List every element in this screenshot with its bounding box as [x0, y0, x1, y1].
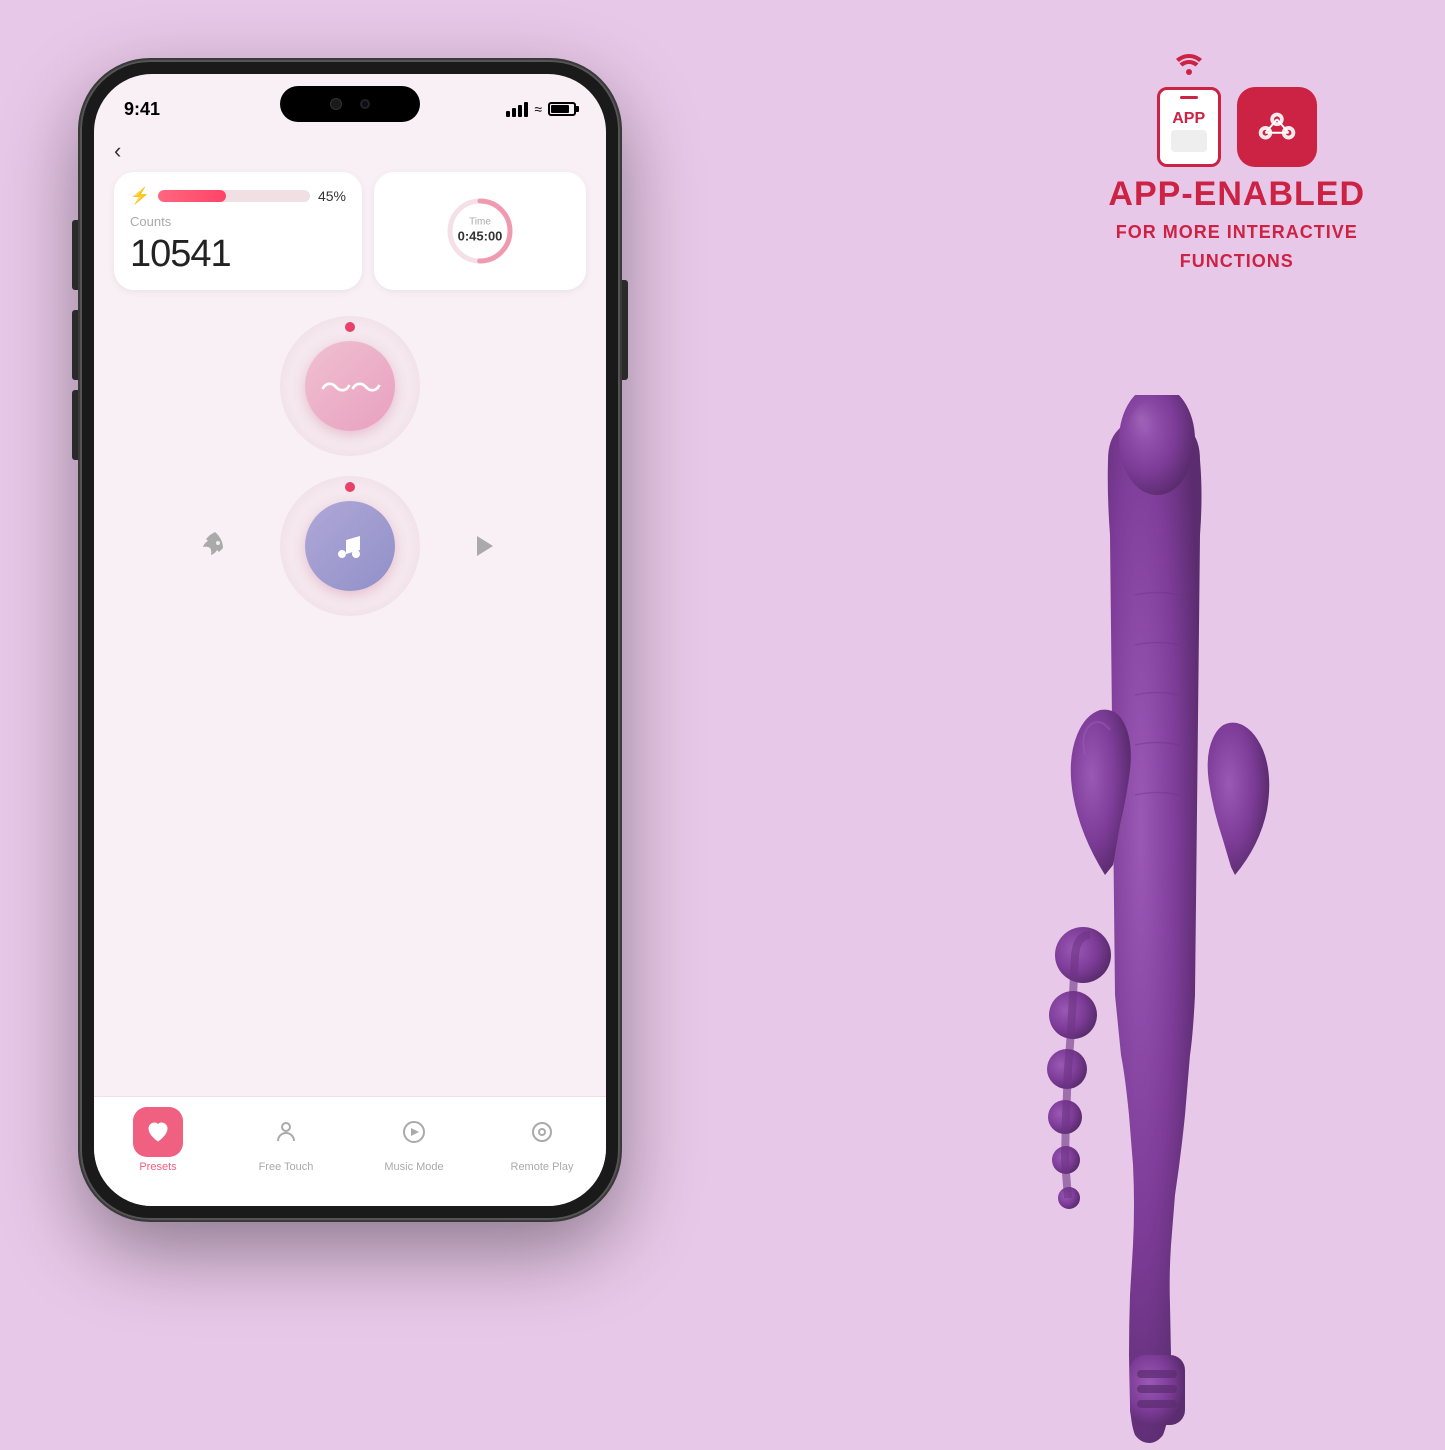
- status-icons: ≈: [506, 101, 576, 117]
- bottom-knob-outer[interactable]: [280, 476, 420, 616]
- music-mode-icon-wrap: [389, 1107, 439, 1157]
- battery-bar-fill: [158, 190, 226, 202]
- top-knob-outer[interactable]: 〜〜: [280, 316, 420, 456]
- bottom-knob-inner: [305, 501, 395, 591]
- phone-frame: 9:41 ≈ ‹: [80, 60, 620, 1220]
- wifi-icon: ≈: [534, 101, 542, 117]
- app-badge-area: APP APP-ENABLED FOR MORE INTERACTIVE FUN…: [1108, 50, 1365, 272]
- rocket-icon[interactable]: [190, 521, 240, 571]
- camera-lens: [360, 99, 370, 109]
- remote-play-icon-wrap: [517, 1107, 567, 1157]
- counts-value: 10541: [130, 233, 346, 276]
- presets-icon-wrap: [133, 1107, 183, 1157]
- app-enabled-subtitle-2: FUNCTIONS: [1180, 251, 1294, 272]
- battery-bar: [158, 190, 310, 202]
- tab-remote-play[interactable]: Remote Play: [478, 1107, 606, 1173]
- top-knob-dot: [345, 322, 355, 332]
- counts-label: Counts: [130, 214, 346, 229]
- top-knob-bg: 〜〜: [280, 316, 420, 456]
- timer-label: Time: [458, 217, 503, 228]
- top-knob-row: 〜〜: [114, 316, 586, 456]
- timer-circle: Time 0:45:00: [445, 196, 515, 266]
- tab-free-touch[interactable]: Free Touch: [222, 1107, 350, 1173]
- lightning-icon: ⚡: [130, 186, 150, 206]
- tab-bar: Presets Free Touch: [94, 1096, 606, 1206]
- free-touch-icon-wrap: [261, 1107, 311, 1157]
- back-button[interactable]: ‹: [94, 128, 606, 164]
- timer-card: Time 0:45:00: [374, 172, 586, 290]
- signal-icon: [506, 102, 528, 117]
- wave-icon: 〜〜: [320, 363, 380, 409]
- honeyplaybox-icon: [1237, 87, 1317, 167]
- tab-presets-label: Presets: [139, 1161, 176, 1173]
- bottom-knob-bg: [280, 476, 420, 616]
- camera-dot: [330, 98, 342, 110]
- top-knob-inner: 〜〜: [305, 341, 395, 431]
- tab-music-mode[interactable]: Music Mode: [350, 1107, 478, 1173]
- status-time: 9:41: [124, 99, 160, 120]
- app-enabled-title: APP-ENABLED: [1108, 175, 1365, 214]
- stats-row: ⚡ 45% Counts 10541: [114, 172, 586, 290]
- product-image: [925, 395, 1405, 1445]
- play-icon[interactable]: [460, 521, 510, 571]
- controls-area: 〜〜: [114, 306, 586, 626]
- tab-presets[interactable]: Presets: [94, 1107, 222, 1173]
- app-label: APP: [1172, 110, 1205, 128]
- timer-value: 0:45:00: [458, 229, 503, 244]
- battery-fill: [551, 105, 569, 113]
- tab-music-mode-label: Music Mode: [384, 1161, 443, 1173]
- badge-icons-row: APP: [1157, 50, 1317, 167]
- signal-wifi-icon: [1169, 50, 1209, 83]
- battery-icon: [548, 102, 576, 116]
- app-phone-icon: APP: [1157, 87, 1221, 167]
- app-phone-box: APP: [1157, 50, 1221, 167]
- battery-counts-card: ⚡ 45% Counts 10541: [114, 172, 362, 290]
- app-enabled-subtitle-1: FOR MORE INTERACTIVE: [1116, 222, 1358, 243]
- bottom-knob-dot: [345, 482, 355, 492]
- phone-screen: 9:41 ≈ ‹: [94, 74, 606, 1206]
- phone-mockup: 9:41 ≈ ‹: [80, 60, 620, 1220]
- dynamic-island: [280, 86, 420, 122]
- app-content: ⚡ 45% Counts 10541: [94, 164, 606, 626]
- battery-row: ⚡ 45%: [130, 186, 346, 206]
- battery-percent: 45%: [318, 188, 346, 204]
- timer-text: Time 0:45:00: [458, 217, 503, 246]
- tab-free-touch-label: Free Touch: [259, 1161, 314, 1173]
- tab-remote-play-label: Remote Play: [511, 1161, 574, 1173]
- bottom-knob-row: [114, 476, 586, 616]
